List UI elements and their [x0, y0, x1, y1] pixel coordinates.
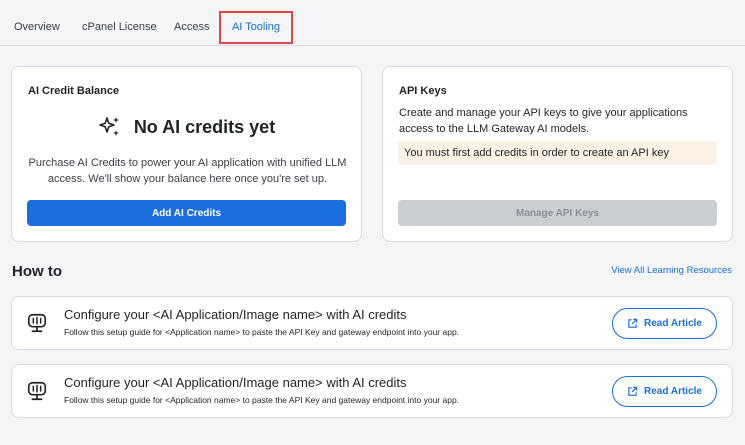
how-to-item-description: Follow this setup guide for <Application… — [64, 395, 460, 405]
read-article-button[interactable]: Read Article — [612, 308, 717, 339]
manage-api-keys-button: Manage API Keys — [398, 200, 717, 226]
how-to-item-description: Follow this setup guide for <Application… — [64, 327, 460, 337]
add-ai-credits-button[interactable]: Add AI Credits — [27, 200, 346, 226]
api-keys-card: API Keys Create and manage your API keys… — [382, 66, 733, 242]
monitor-icon — [27, 381, 47, 401]
monitor-icon — [27, 313, 47, 333]
tab-access[interactable]: Access — [174, 0, 209, 46]
external-link-icon — [628, 318, 638, 328]
credit-card-title: AI Credit Balance — [28, 85, 120, 97]
read-article-button[interactable]: Read Article — [612, 376, 717, 407]
empty-state-title: No AI credits yet — [133, 116, 276, 137]
credits-required-warning: You must first add credits in order to c… — [398, 141, 717, 165]
ai-credit-balance-card: AI Credit Balance No AI credits yet Purc… — [11, 66, 362, 242]
how-to-heading: How to — [12, 263, 62, 280]
api-card-description: Create and manage your API keys to give … — [399, 107, 688, 135]
tab-overview[interactable]: Overview — [14, 0, 60, 46]
how-to-item-title: Configure your <AI Application/Image nam… — [64, 307, 407, 322]
how-to-item: Configure your <AI Application/Image nam… — [11, 364, 733, 418]
how-to-item-title: Configure your <AI Application/Image nam… — [64, 375, 407, 390]
sparkle-icon — [99, 117, 119, 136]
external-link-icon — [628, 386, 638, 396]
tab-cpanel-license[interactable]: cPanel License — [82, 0, 157, 46]
how-to-item: Configure your <AI Application/Image nam… — [11, 296, 733, 350]
read-article-label: Read Article — [644, 386, 702, 397]
tab-ai-tooling[interactable]: AI Tooling — [219, 11, 293, 44]
view-all-learning-resources-link[interactable]: View All Learning Resources — [611, 265, 732, 276]
empty-state-description: Purchase AI Credits to power your AI app… — [28, 157, 347, 185]
empty-state: No AI credits yet — [12, 115, 361, 139]
api-card-title: API Keys — [399, 85, 447, 97]
tab-bar: Overview cPanel License Access AI Toolin… — [0, 0, 745, 46]
read-article-label: Read Article — [644, 318, 702, 329]
